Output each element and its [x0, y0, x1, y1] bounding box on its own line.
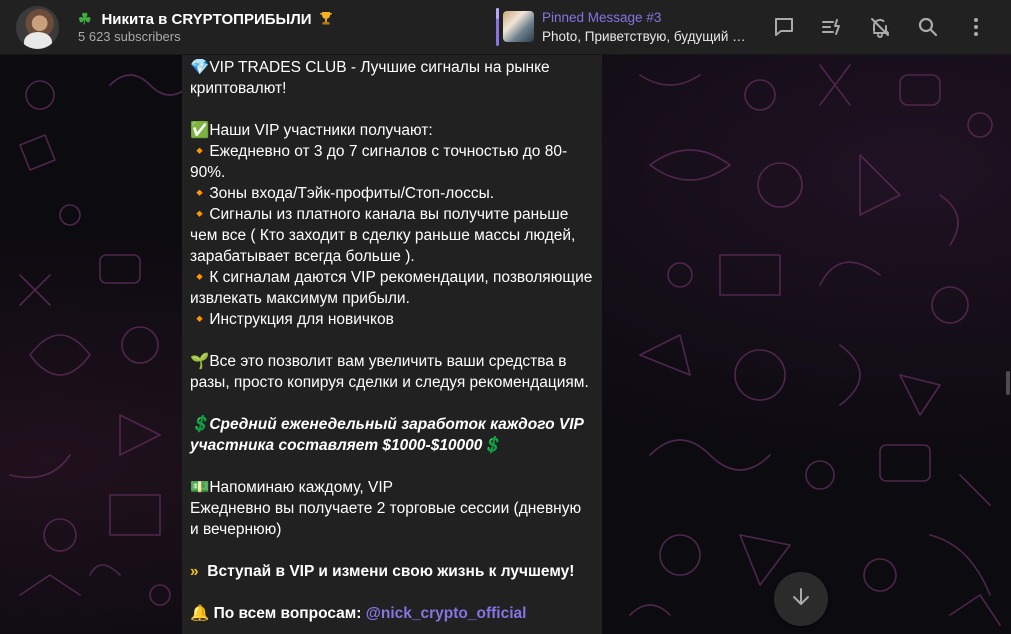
trophy-icon [318, 10, 334, 29]
gem-icon: 💎 [190, 59, 210, 76]
check-mark-icon: ✅ [190, 122, 210, 139]
pinned-message[interactable]: Pinned Message #3 Photo, Приветствую, бу… [496, 8, 746, 46]
channel-avatar[interactable] [16, 6, 59, 49]
search-button[interactable] [912, 11, 944, 43]
call-to-action: » Вступай в VIP и измени свою жизнь к лу… [190, 563, 575, 580]
growth-text: 🌱Все это позволит вам увеличить ваши сре… [190, 353, 589, 391]
pinned-title: Pinned Message #3 [542, 10, 662, 25]
money-tree-icon: 🌱 [190, 353, 210, 370]
pinned-preview: Photo, Приветствую, будущий участник VIP… [542, 29, 746, 44]
contact-link[interactable]: @nick_crypto_official [366, 605, 527, 622]
reminder-title: 💵Напоминаю каждому, VIP [190, 479, 393, 496]
dollar-icon: 💲 [482, 437, 502, 454]
more-button[interactable] [960, 11, 992, 43]
bullet-item: 🔸Сигналы из платного канала вы получите … [190, 206, 580, 265]
mute-button[interactable] [864, 11, 896, 43]
dollar-icon: 💲 [190, 416, 210, 433]
reminder-text: Ежедневно вы получаете 2 торговые сессии… [190, 500, 586, 538]
comments-icon [772, 15, 796, 39]
bullet-item: 🔸Ежедневно от 3 до 7 сигналов с точность… [190, 143, 568, 181]
bullet-item: 🔸Зоны входа/Тэйк-профиты/Стоп-лоссы. [190, 185, 495, 202]
double-arrow-icon: » [190, 563, 199, 580]
arrow-down-icon [790, 586, 812, 613]
earnings-text: 💲Средний еженедельный заработок каждого … [190, 416, 588, 454]
subscriber-count: 5 623 subscribers [78, 29, 181, 44]
pink-diamond-icon: 🔸 [190, 185, 210, 202]
boost-button[interactable] [816, 11, 848, 43]
scroll-to-bottom-button[interactable] [774, 572, 828, 626]
channel-title-row[interactable]: ☘ Никита в CRYPTOПРИБЫЛИ [78, 9, 334, 29]
pinned-indicator [496, 8, 499, 46]
members-heading: ✅Наши VIP участники получают: [190, 122, 433, 139]
bullet-item: 🔸Инструкция для новичков [190, 311, 394, 328]
post-intro: 💎VIP TRADES CLUB - Лучшие сигналы на рын… [190, 59, 554, 97]
info-icon: 🔔 [190, 605, 210, 622]
pink-diamond-icon: 🔸 [190, 269, 210, 286]
bullet-item: 🔸К сигналам даются VIP рекомендации, поз… [190, 269, 597, 307]
search-icon [916, 15, 940, 39]
boost-icon [820, 15, 844, 39]
comments-button[interactable] [768, 11, 800, 43]
pink-diamond-icon: 🔸 [190, 143, 210, 160]
channel-post: 💎VIP TRADES CLUB - Лучшие сигналы на рын… [182, 55, 602, 634]
contact-line: 🔔 По всем вопросам: @nick_crypto_officia… [190, 605, 527, 622]
chat-header: ☘ Никита в CRYPTOПРИБЫЛИ 5 623 subscribe… [0, 0, 1011, 55]
channel-title: Никита в CRYPTOПРИБЫЛИ [101, 10, 312, 28]
pink-diamond-icon: 🔸 [190, 311, 210, 328]
pink-diamond-icon: 🔸 [190, 206, 210, 223]
dollar-bill-icon: 💵 [190, 479, 210, 496]
more-vertical-icon [964, 15, 988, 39]
pinned-thumbnail [503, 11, 534, 42]
mute-bell-icon [868, 15, 892, 39]
four-leaf-clover-icon: ☘ [78, 11, 92, 28]
scrollbar-thumb[interactable] [1006, 371, 1010, 395]
